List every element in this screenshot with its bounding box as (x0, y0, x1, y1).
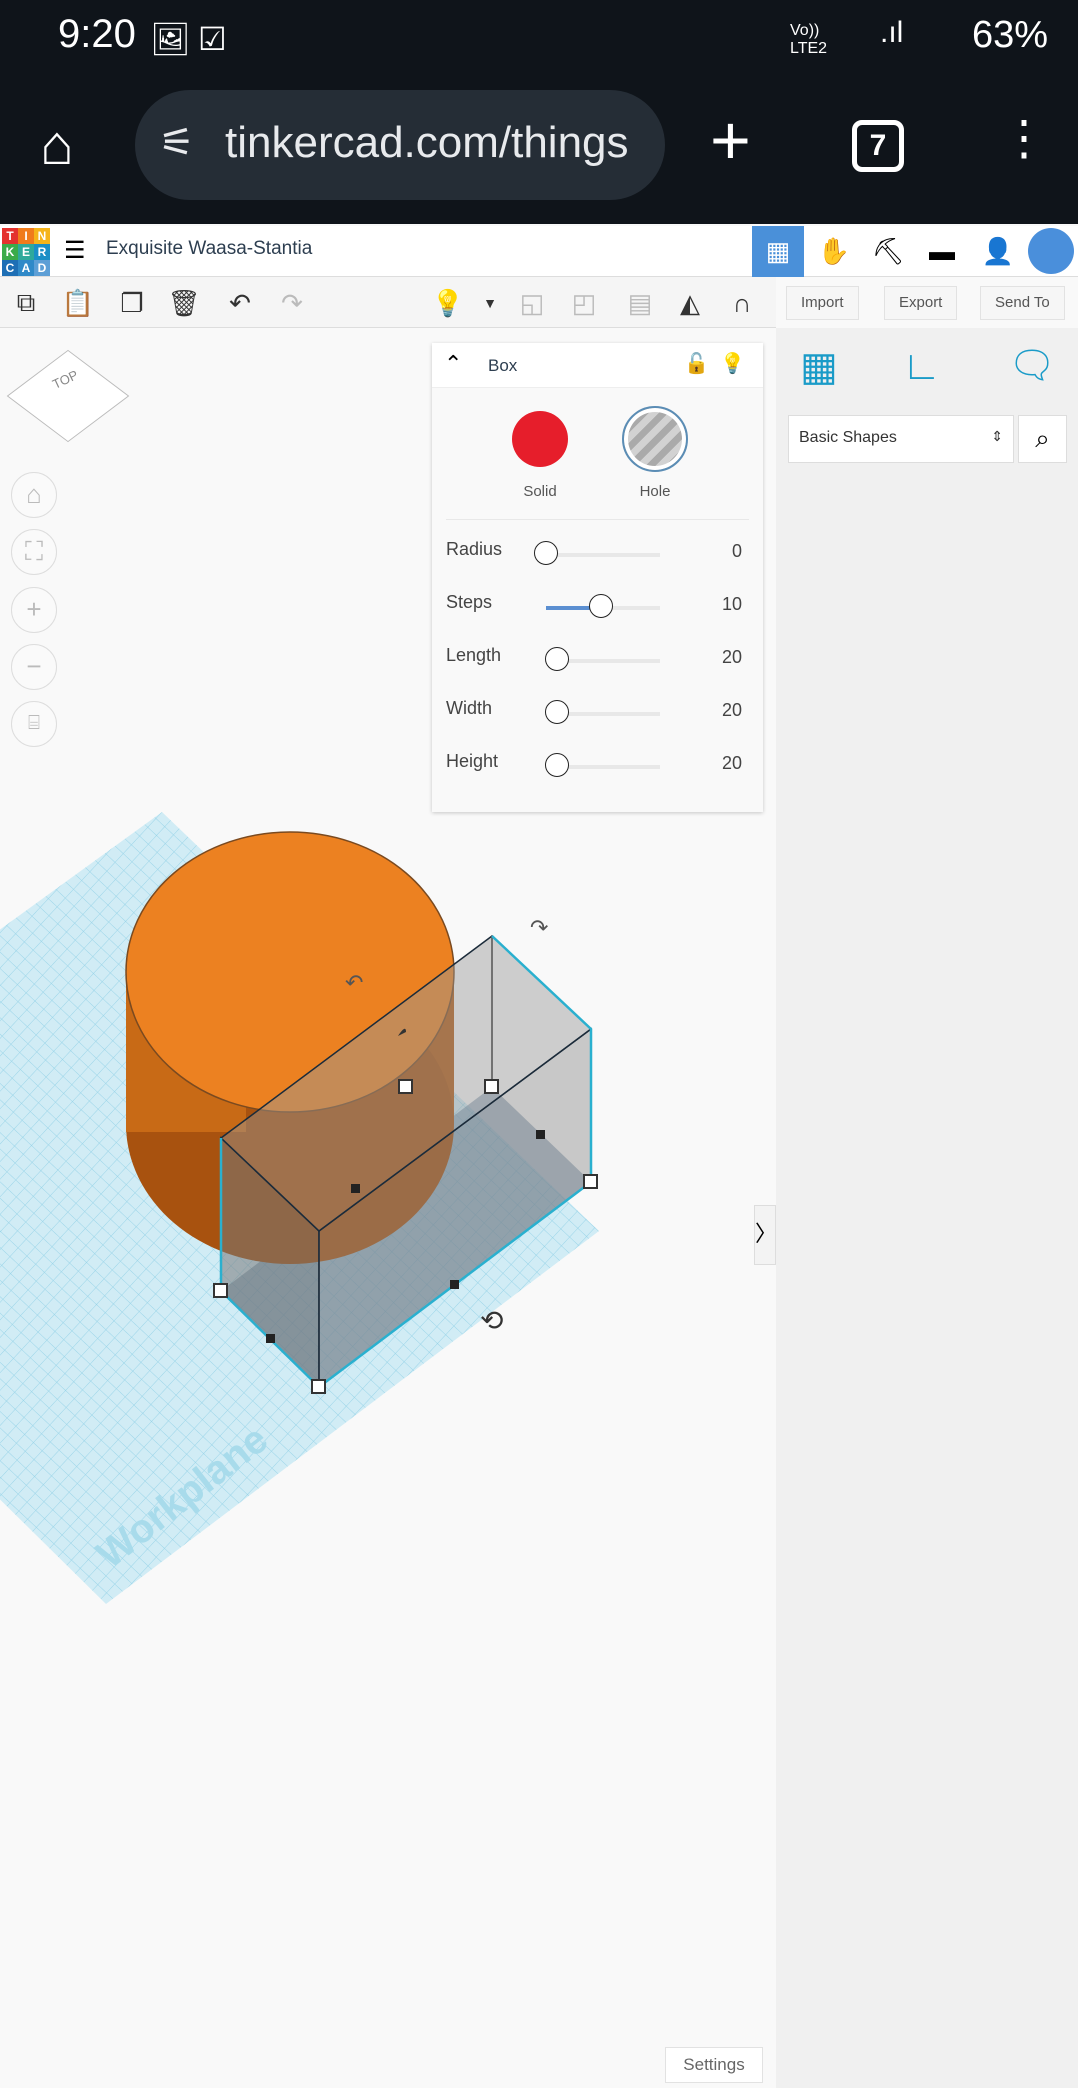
copy-icon[interactable]: ⧉ (8, 285, 44, 321)
status-bar: 9:20 🖼 ☑ Vo)) LTE2 .ıl 63% ⌂ ⚟ tinkercad… (0, 0, 1078, 224)
network-label: Vo)) LTE2 (790, 22, 828, 57)
hole-label: Hole (639, 483, 671, 500)
slider-knob[interactable] (589, 594, 613, 618)
solid-button[interactable] (512, 411, 568, 467)
address-bar[interactable]: ⚟ tinkercad.com/things (135, 90, 665, 200)
magnet-icon[interactable]: ∩ (724, 285, 760, 321)
align-icon[interactable]: ▤ (622, 285, 658, 321)
ruler-icon[interactable]: ∟ (902, 344, 941, 389)
rotate-handle-icon: ⟲ (480, 1305, 503, 1336)
zoom-out-button[interactable]: − (11, 644, 57, 690)
param-value[interactable]: 10 (722, 594, 742, 615)
home-view-button[interactable]: ⌂ (11, 472, 57, 518)
search-button[interactable]: ⌕ (1018, 415, 1067, 463)
tab-switcher-button[interactable]: 7 (852, 120, 904, 172)
shape-library-panel: ▦ ∟ 🗨 Basic Shapes ⇕ ⌕ 〉 (754, 328, 1078, 2088)
lock-icon[interactable]: 🔓 (684, 351, 709, 376)
duplicate-icon[interactable]: ❐ (114, 285, 150, 321)
design-title[interactable]: Exquisite Waasa-Stantia (106, 238, 312, 260)
rotate-handle-icon: ↷ (530, 915, 548, 940)
3d-design-view-button[interactable]: ▦ (752, 226, 804, 277)
invite-user-icon[interactable]: 👤 (972, 226, 1024, 277)
settings-button[interactable]: Settings (665, 2047, 763, 2083)
param-value[interactable]: 0 (732, 541, 742, 562)
bricks-icon[interactable]: ▬ (916, 226, 968, 277)
notes-icon[interactable]: 🗨 (1008, 344, 1056, 388)
param-label: Width (446, 698, 493, 718)
home-icon[interactable]: ⌂ (40, 112, 74, 177)
param-row-steps: Steps 10 (446, 592, 756, 622)
ungroup-icon[interactable]: ◰ (566, 285, 602, 321)
tinkercad-logo[interactable]: TIN KER CAD (2, 228, 50, 276)
send-to-button[interactable]: Send To (980, 286, 1065, 320)
divider (446, 519, 749, 520)
rotate-handle-icon: ↶ (345, 970, 363, 995)
redo-icon[interactable]: ↷ (274, 285, 310, 321)
clock: 9:20 (58, 12, 136, 56)
paste-icon[interactable]: 📋 (60, 285, 96, 321)
param-value[interactable]: 20 (722, 647, 742, 668)
avatar[interactable] (1028, 228, 1074, 274)
param-label: Radius (446, 539, 503, 559)
delete-icon[interactable]: 🗑 (166, 285, 202, 321)
param-row-height: Height 20 (446, 751, 756, 781)
collapse-panel-button[interactable]: 〉 (754, 1205, 777, 1265)
category-value: Basic Shapes (799, 429, 897, 446)
import-button[interactable]: Import (786, 286, 859, 320)
collapse-chevron-icon[interactable]: ⌃ (444, 351, 462, 377)
hole-button[interactable] (622, 406, 688, 472)
shape-inspector: ⌃ Box 🔓 💡 Solid Hole Radius 0 Steps 10 Len… (432, 343, 763, 812)
param-value[interactable]: 20 (722, 753, 742, 774)
slider-knob[interactable] (534, 541, 558, 565)
undo-icon[interactable]: ↶ (222, 285, 258, 321)
slider-knob[interactable] (545, 700, 569, 724)
group-icon[interactable]: ◱ (514, 285, 550, 321)
param-label: Length (446, 645, 502, 665)
lightbulb-icon[interactable]: 💡 (720, 351, 745, 376)
sort-arrows-icon: ⇕ (991, 428, 1003, 444)
mirror-icon[interactable]: ◭ (672, 285, 708, 321)
site-settings-icon[interactable]: ⚟ (159, 120, 195, 166)
menu-icon[interactable]: ⋮ (1000, 110, 1048, 166)
app-header: TIN KER CAD ☰ Exquisite Waasa-Stantia ▦ … (0, 226, 1078, 277)
url-text[interactable]: tinkercad.com/things (225, 118, 645, 168)
battery-percent: 63% (971, 14, 1048, 56)
param-slider[interactable] (546, 553, 660, 557)
gallery-icon: 🖼 (150, 21, 191, 57)
slider-knob[interactable] (545, 753, 569, 777)
param-label: Steps (446, 592, 493, 612)
workplane-icon[interactable]: ▦ (800, 344, 838, 390)
chevron-down-icon[interactable]: ▼ (472, 285, 508, 321)
shape-name: Box (488, 356, 518, 375)
slider-knob[interactable] (545, 647, 569, 671)
edit-toolbar: ⧉ 📋 ❐ 🗑 ↶ ↷ 💡 ▼ ◱ ◰ ▤ ◭ ∩ (0, 277, 776, 328)
param-label: Height (446, 751, 499, 771)
perspective-toggle-button[interactable]: ⌸ (11, 701, 57, 747)
param-row-length: Length 20 (446, 645, 756, 675)
zoom-in-button[interactable]: + (11, 587, 57, 633)
signal-icon: .ıl (880, 16, 904, 49)
checkbox-icon: ☑ (198, 21, 227, 57)
fit-view-button[interactable]: ⛶ (11, 529, 57, 575)
export-button[interactable]: Export (884, 286, 958, 320)
new-tab-icon[interactable]: + (710, 100, 751, 180)
pickaxe-icon[interactable]: ⛏ (862, 226, 914, 277)
lightbulb-icon[interactable]: 💡 (430, 285, 466, 321)
design-list-icon[interactable]: ☰ (64, 236, 86, 265)
param-value[interactable]: 20 (722, 700, 742, 721)
solid-label: Solid (523, 483, 557, 500)
blocks-icon[interactable]: ✋ (808, 226, 860, 277)
param-row-radius: Radius 0 (446, 539, 756, 569)
param-row-width: Width 20 (446, 698, 756, 728)
shape-category-select[interactable]: Basic Shapes ⇕ (788, 415, 1014, 463)
